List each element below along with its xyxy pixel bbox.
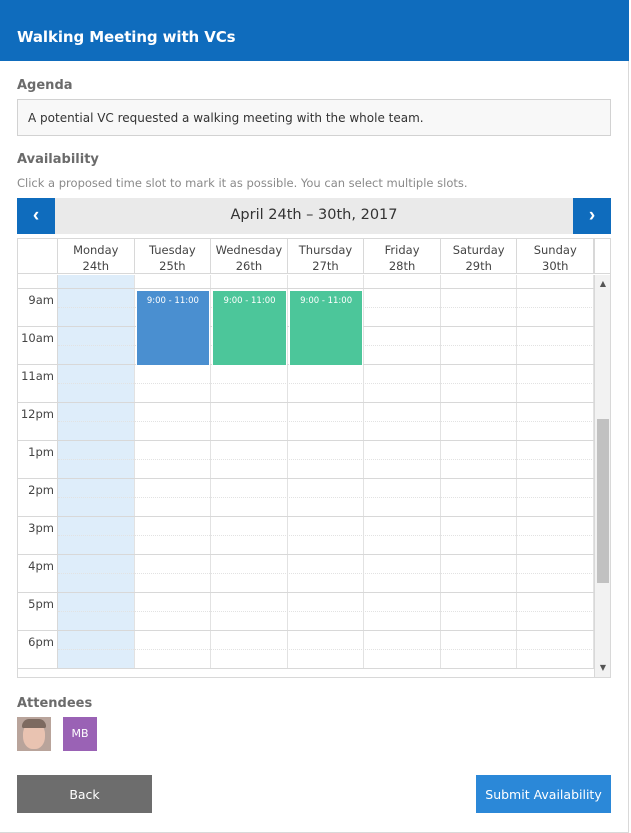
time-label: 2pm (18, 479, 58, 516)
half-hour-line (58, 573, 594, 574)
submit-availability-button[interactable]: Submit Availability (476, 775, 611, 813)
time-row: 5pm (18, 593, 594, 631)
agenda-label: Agenda (17, 78, 73, 93)
day-header-thursday: Thursday 27th (288, 239, 365, 273)
week-calendar: Monday 24th Tuesday 25th Wednesday 26th Thu… (17, 238, 611, 678)
event-block-thursday[interactable]: 9:00 - 11:00 (288, 290, 364, 366)
day-header-friday: Friday 28th (364, 239, 441, 273)
availability-label: Availability (17, 152, 99, 167)
day-header-monday: Monday 24th (58, 239, 135, 273)
time-label: 8am (18, 275, 58, 288)
time-label: 9am (18, 289, 58, 326)
time-gutter-header (18, 239, 58, 273)
half-hour-line (58, 649, 594, 650)
time-label: 4pm (18, 555, 58, 592)
scrollbar-thumb[interactable] (597, 419, 609, 583)
time-slot-thursday[interactable] (288, 275, 365, 288)
time-slot-wednesday[interactable] (211, 275, 288, 288)
attendee-avatar-photo[interactable] (17, 717, 51, 751)
day-header-row: Monday 24th Tuesday 25th Wednesday 26th Thu… (18, 239, 595, 274)
time-row: 11am (18, 365, 594, 403)
back-button[interactable]: Back (17, 775, 152, 813)
time-slot-saturday[interactable] (441, 275, 518, 288)
time-label: 11am (18, 365, 58, 402)
day-header-wednesday: Wednesday 26th (211, 239, 288, 273)
dialog-frame: Walking Meeting with VCs Agenda A potent… (0, 0, 629, 833)
time-row: 6pm (18, 631, 594, 669)
time-label: 6pm (18, 631, 58, 668)
time-grid: 8am9am10am11am12pm1pm2pm3pm4pm5pm6pm 9:00… (18, 275, 594, 677)
page-title: Walking Meeting with VCs (17, 28, 236, 46)
half-hour-line (58, 611, 594, 612)
time-row: 4pm (18, 555, 594, 593)
time-slot-monday[interactable] (57, 275, 135, 288)
next-week-button[interactable]: › (573, 198, 611, 234)
attendee-avatar-initials[interactable]: MB (63, 717, 97, 751)
half-hour-line (58, 535, 594, 536)
scroll-down-arrow-icon[interactable]: ▼ (595, 661, 610, 675)
time-grid-body: 8am9am10am11am12pm1pm2pm3pm4pm5pm6pm 9:00… (18, 275, 594, 669)
event-block-wednesday[interactable]: 9:00 - 11:00 (212, 290, 287, 366)
time-row: 1pm (18, 441, 594, 479)
time-label: 12pm (18, 403, 58, 440)
chevron-right-icon: › (588, 205, 596, 226)
scrollbar-header-pad (594, 239, 610, 274)
attendees-label: Attendees (17, 696, 93, 711)
time-label: 1pm (18, 441, 58, 478)
time-label: 5pm (18, 593, 58, 630)
scroll-up-arrow-icon[interactable]: ▲ (595, 277, 610, 291)
event-block-tuesday[interactable]: 9:00 - 11:00 (135, 290, 211, 366)
day-header-sunday: Sunday 30th (517, 239, 595, 273)
time-label: 3pm (18, 517, 58, 554)
time-slot-tuesday[interactable] (135, 275, 212, 288)
half-hour-line (58, 497, 594, 498)
dialog-header: Walking Meeting with VCs (0, 0, 629, 61)
time-row: 8am (18, 275, 594, 289)
half-hour-line (58, 459, 594, 460)
date-range-title: April 24th – 30th, 2017 (230, 207, 398, 223)
calendar-toolbar: ‹ April 24th – 30th, 2017 › (17, 198, 611, 234)
calendar-scrollbar[interactable]: ▲ ▼ (594, 275, 610, 677)
time-slot-sunday[interactable] (517, 275, 594, 288)
time-row: 3pm (18, 517, 594, 555)
half-hour-line (58, 383, 594, 384)
time-row: 2pm (18, 479, 594, 517)
agenda-text: A potential VC requested a walking meeti… (17, 99, 611, 136)
day-header-tuesday: Tuesday 25th (135, 239, 212, 273)
avatar-hair (22, 719, 46, 728)
availability-hint: Click a proposed time slot to mark it as… (17, 176, 468, 190)
day-header-saturday: Saturday 29th (441, 239, 518, 273)
time-slot-friday[interactable] (364, 275, 441, 288)
half-hour-line (58, 421, 594, 422)
time-row: 12pm (18, 403, 594, 441)
time-label: 10am (18, 327, 58, 364)
